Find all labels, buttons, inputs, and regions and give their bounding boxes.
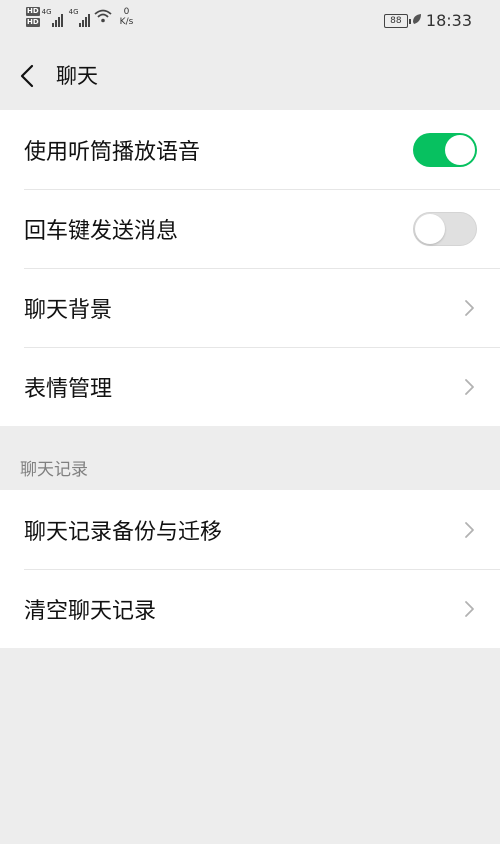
- network-type-sim2: 4G: [68, 8, 79, 16]
- setting-chat-background[interactable]: 聊天背景: [0, 268, 500, 347]
- back-arrow-icon[interactable]: [14, 62, 42, 90]
- nav-bar: 聊天: [0, 44, 500, 110]
- status-left: HD HD 4G 4G 0 K/s: [26, 7, 133, 27]
- hd-badge-2: HD: [26, 18, 40, 27]
- signal-icon-sim2: 4G: [68, 8, 90, 27]
- toggle-switch-off[interactable]: [413, 211, 477, 246]
- setting-label: 表情管理: [24, 376, 113, 402]
- setting-backup-migrate[interactable]: 聊天记录备份与迁移: [0, 490, 500, 569]
- setting-label: 使用听筒播放语音: [24, 139, 201, 165]
- setting-label: 聊天背景: [24, 297, 113, 323]
- settings-group-general: 使用听筒播放语音 回车键发送消息 聊天背景 表情管理: [0, 110, 500, 426]
- chevron-right-icon: [464, 299, 476, 317]
- chevron-right-icon: [464, 600, 476, 618]
- section-gap: 聊天记录: [0, 426, 500, 490]
- hd-badge-1: HD: [26, 7, 40, 16]
- setting-receiver-playback[interactable]: 使用听筒播放语音: [0, 110, 500, 189]
- clock-time: 18:33: [425, 11, 472, 30]
- status-bar: HD HD 4G 4G 0 K/s 88 18:33: [0, 0, 500, 44]
- toggle-switch-on[interactable]: [413, 132, 477, 167]
- wifi-icon: [94, 9, 112, 27]
- hd-indicators: HD HD: [26, 7, 40, 27]
- setting-clear-history[interactable]: 清空聊天记录: [0, 569, 500, 648]
- setting-enter-to-send[interactable]: 回车键发送消息: [0, 189, 500, 268]
- toggle-knob: [415, 213, 445, 244]
- status-right: 88 18:33: [383, 11, 472, 30]
- chevron-right-icon: [464, 378, 476, 396]
- page-title: 聊天: [56, 64, 98, 88]
- section-header-chat-history: 聊天记录: [20, 460, 88, 480]
- network-speed-unit: K/s: [119, 17, 134, 27]
- network-speed: 0 K/s: [120, 7, 134, 27]
- network-speed-value: 0: [123, 7, 130, 17]
- toggle-knob: [445, 134, 475, 165]
- chevron-right-icon: [464, 521, 476, 539]
- setting-sticker-management[interactable]: 表情管理: [0, 347, 500, 426]
- power-saving-leaf-icon: [412, 13, 422, 28]
- settings-group-chat-history: 聊天记录备份与迁移 清空聊天记录: [0, 490, 500, 648]
- battery-icon: 88: [383, 13, 411, 28]
- setting-label: 聊天记录备份与迁移: [24, 519, 223, 545]
- setting-label: 清空聊天记录: [24, 598, 157, 624]
- setting-label: 回车键发送消息: [24, 218, 179, 244]
- network-type-sim1: 4G: [41, 8, 52, 16]
- signal-icon-sim1: 4G: [41, 8, 63, 27]
